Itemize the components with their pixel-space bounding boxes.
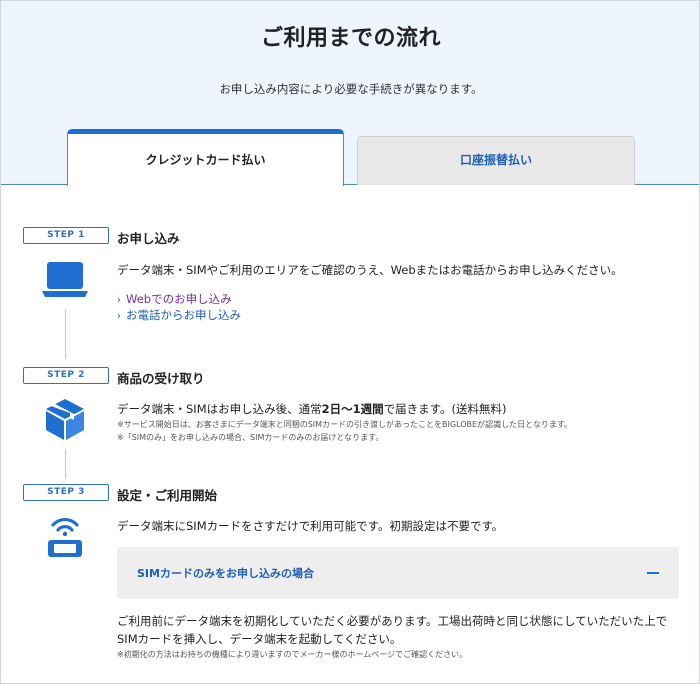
sim-only-detail-note: ※初期化の方法はお持ちの機種により違いますのでメーカー様のホームページでご確認く… (117, 650, 468, 659)
step2-note-1: ※サービス開始日は、お客さまにデータ端末と同梱のSIMカードの引き渡しがあったこ… (117, 420, 573, 429)
step2-text-pre: データ端末・SIMはお申し込み後、通常 (117, 402, 322, 416)
phone-apply-link[interactable]: › お電話からお申し込み (117, 307, 241, 323)
step-connector-2 (65, 449, 66, 479)
page-title: ご利用までの流れ (260, 26, 441, 51)
step3-badge: STEP 3 (23, 484, 109, 501)
step2-text-post: で届きます。(送料無料) (383, 402, 507, 416)
package-box-icon (46, 399, 84, 440)
laptop-icon (42, 262, 88, 297)
sim-only-detail-text: ご利用前にデータ端末を初期化していただく必要があります。工場出荷時と同じ状態にし… (117, 614, 668, 646)
collapse-minus-icon[interactable] (647, 572, 659, 574)
tab-credit-card[interactable]: クレジットカード払い (67, 129, 344, 186)
step1-title: お申し込み (117, 231, 180, 246)
chevron-right-icon: › (117, 311, 121, 322)
chevron-right-icon: › (117, 295, 121, 306)
step-connector-1 (65, 309, 66, 359)
step3-text: データ端末にSIMカードをさすだけで利用可能です。初期設定は不要です。 (117, 519, 504, 533)
accordion-label: SIMカードのみをお申し込みの場合 (137, 567, 314, 580)
step2-title: 商品の受け取り (117, 371, 205, 386)
phone-apply-link-label: お電話からお申し込み (126, 308, 241, 322)
tab-bank-transfer[interactable]: 口座振替払い (357, 136, 635, 185)
web-apply-link[interactable]: › Webでのお申し込み (117, 291, 232, 307)
web-apply-link-label: Webでのお申し込み (126, 292, 232, 306)
step1-text: データ端末・SIMやご利用のエリアをご確認のうえ、Webまたはお電話からお申し込… (117, 263, 623, 277)
step1-badge: STEP 1 (23, 227, 109, 244)
step2-badge: STEP 2 (23, 367, 109, 384)
step3-title: 設定・ご利用開始 (117, 488, 218, 503)
step2-note-2: ※「SIMのみ」をお申し込みの場合、SIMカードのみのお届けとなります。 (117, 433, 384, 442)
step2-text: データ端末・SIMはお申し込み後、通常2日〜1週間で届きます。(送料無料) (117, 401, 506, 417)
wifi-router-icon (48, 518, 82, 557)
sim-only-accordion[interactable]: SIMカードのみをお申し込みの場合 (117, 547, 679, 599)
page-frame: ご利用までの流れ お申し込み内容により必要な手続きが異なります。 クレジットカー… (0, 0, 700, 684)
page-subtitle: お申し込み内容により必要な手続きが異なります。 (219, 82, 483, 96)
delivery-period: 2日〜1週間 (321, 402, 384, 416)
